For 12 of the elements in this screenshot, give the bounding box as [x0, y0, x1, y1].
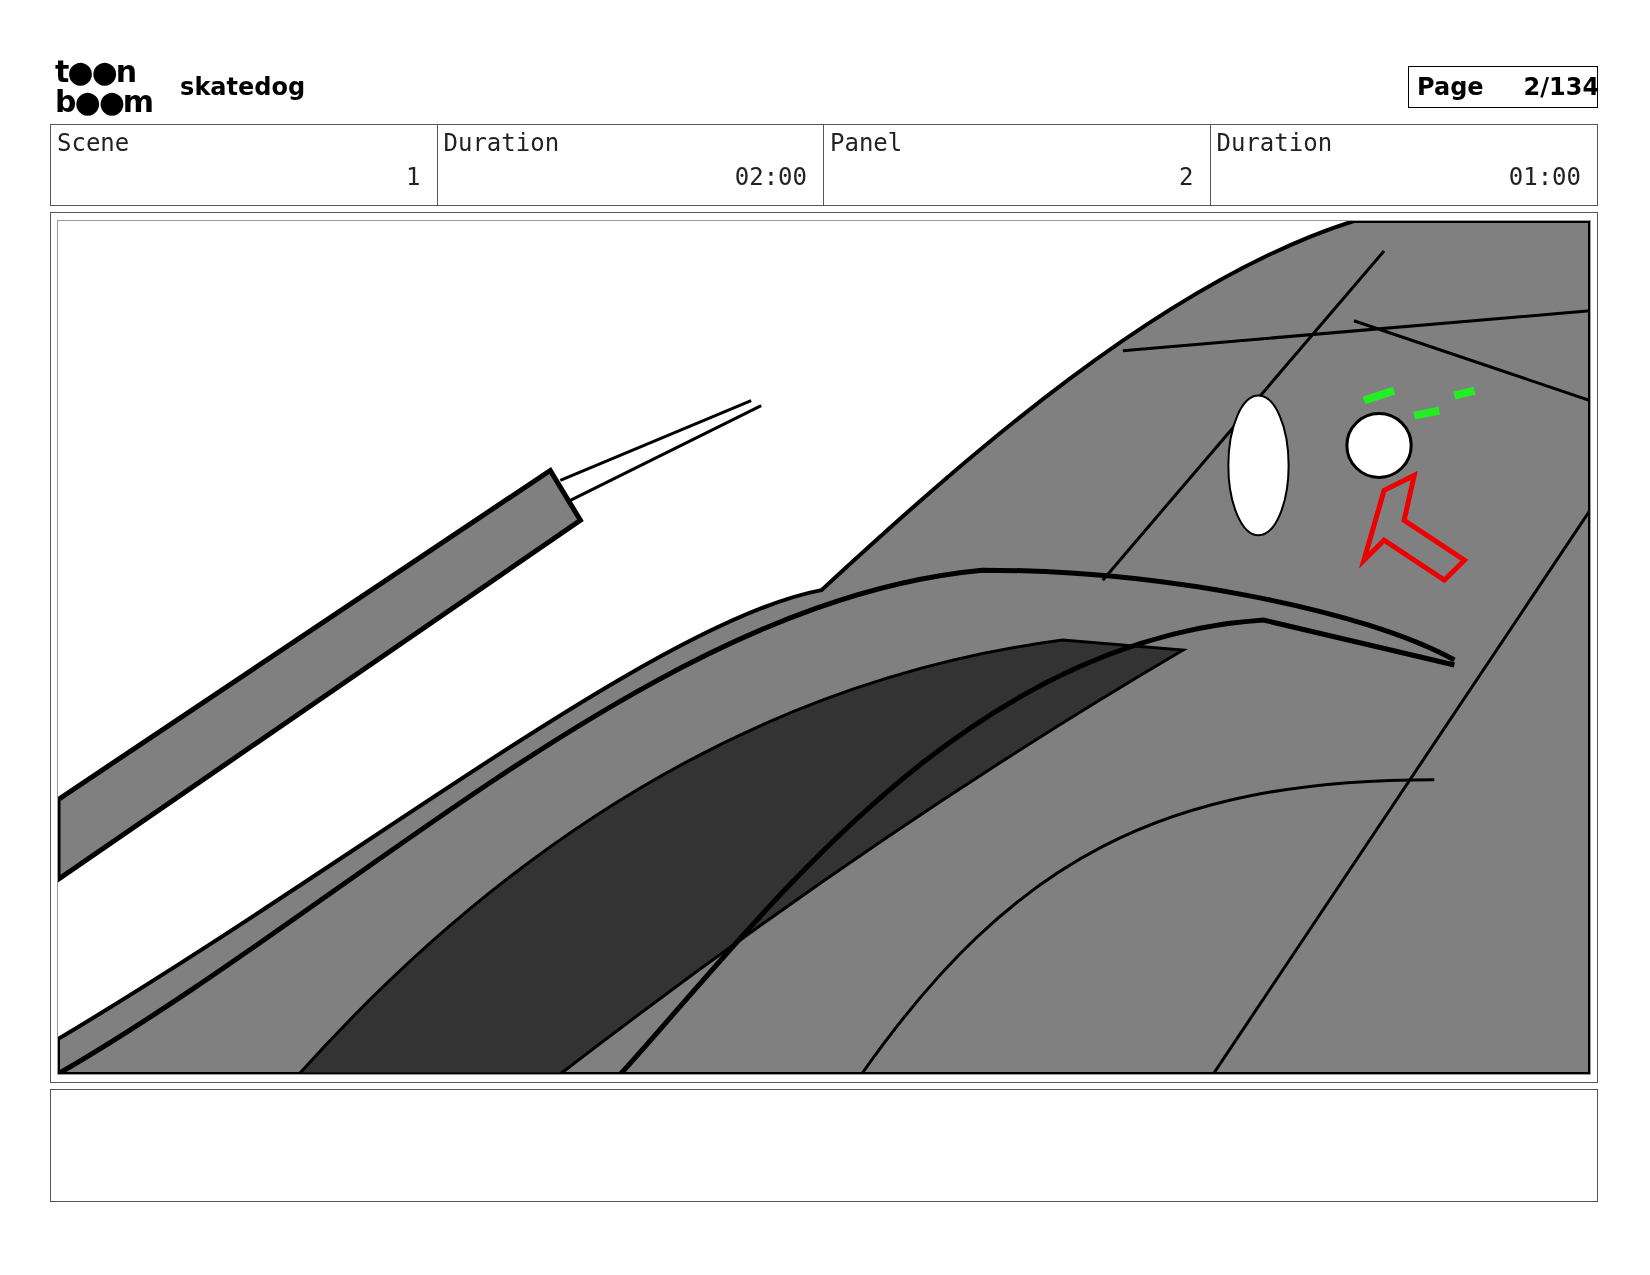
- info-value: 1: [406, 163, 421, 191]
- page-label: Page: [1417, 73, 1484, 101]
- info-label: Duration: [1216, 129, 1334, 157]
- info-label: Scene: [57, 129, 131, 157]
- info-value: 01:00: [1508, 163, 1581, 191]
- info-label: Panel: [830, 129, 904, 157]
- logo: t●●n b●●m: [54, 57, 153, 117]
- info-label: Duration: [443, 129, 561, 157]
- page-number: 2/134: [1523, 73, 1600, 101]
- project-title: skatedog: [180, 73, 306, 101]
- info-value: 2: [1179, 163, 1194, 191]
- info-value: 02:00: [734, 163, 807, 191]
